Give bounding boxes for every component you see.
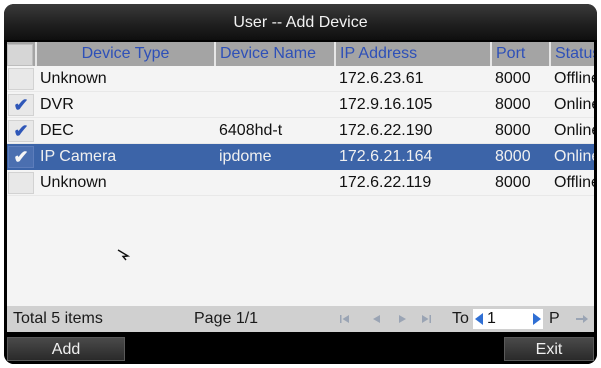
mouse-cursor-icon — [117, 249, 130, 261]
last-page-icon[interactable] — [417, 310, 435, 328]
row-checkbox[interactable]: ✔ — [8, 94, 34, 116]
cell-device-type: Unknown — [36, 66, 215, 92]
table-header-row: Device Type Device Name IP Address Port … — [7, 42, 594, 66]
column-header-port[interactable]: Port — [491, 42, 551, 66]
next-page-icon[interactable] — [393, 310, 411, 328]
pagination-bar: Total 5 items Page 1/1 To 1 P — [7, 306, 594, 332]
previous-page-icon[interactable] — [367, 310, 385, 328]
column-header-device-name[interactable]: Device Name — [215, 42, 336, 66]
column-header-status[interactable]: Status — [550, 42, 594, 66]
exit-button[interactable]: Exit — [504, 337, 594, 361]
select-all-cell[interactable] — [7, 42, 37, 66]
select-all-checkbox[interactable] — [7, 43, 33, 66]
table-row[interactable]: Unknown 172.6.22.1198000Offline — [7, 169, 594, 196]
row-checkbox-cell[interactable] — [7, 169, 36, 196]
cell-port: 8000 — [491, 169, 550, 196]
increment-arrow-icon[interactable] — [533, 313, 541, 325]
row-checkbox[interactable] — [8, 172, 34, 194]
cell-device-name: 6408hd-t — [215, 117, 335, 144]
row-checkbox-cell[interactable]: ✔ — [7, 117, 36, 144]
table-row[interactable]: ✔ IP Cameraipdome172.6.21.1648000Online — [7, 143, 594, 170]
table-row[interactable]: ✔ DVR 172.9.16.1058000Online — [7, 91, 594, 118]
cell-ip-address: 172.6.22.190 — [335, 117, 491, 144]
row-checkbox[interactable]: ✔ — [8, 146, 34, 168]
first-page-icon[interactable] — [336, 310, 354, 328]
row-checkbox[interactable] — [8, 68, 34, 90]
cell-port: 8000 — [491, 143, 550, 170]
device-list-panel: Device Type Device Name IP Address Port … — [7, 42, 594, 332]
row-checkbox-cell[interactable] — [7, 66, 36, 92]
cell-device-name — [215, 66, 335, 92]
add-button[interactable]: Add — [7, 337, 125, 361]
cell-status: Offline — [550, 169, 594, 196]
checkmark-icon: ✔ — [13, 120, 29, 141]
cell-ip-address: 172.6.23.61 — [335, 66, 491, 92]
cell-device-name — [215, 91, 335, 118]
cell-status: Online — [550, 117, 594, 144]
column-header-device-type[interactable]: Device Type — [36, 42, 216, 66]
cell-device-type: DEC — [36, 117, 215, 144]
cell-device-name: ipdome — [215, 143, 335, 170]
cell-port: 8000 — [491, 91, 550, 118]
total-items-label: Total 5 items — [13, 310, 103, 327]
cell-ip-address: 172.9.16.105 — [335, 91, 491, 118]
table-row[interactable]: ✔ DEC6408hd-t172.6.22.1908000Online — [7, 117, 594, 144]
cell-device-name — [215, 169, 335, 196]
cell-device-type: Unknown — [36, 169, 215, 196]
cell-ip-address: 172.6.22.119 — [335, 169, 491, 196]
add-device-dialog: User -- Add Device Device Type Device Na… — [4, 4, 597, 364]
cell-device-type: DVR — [36, 91, 215, 118]
row-checkbox-cell[interactable]: ✔ — [7, 143, 36, 170]
cell-ip-address: 172.6.21.164 — [335, 143, 491, 170]
cell-status: Offline — [550, 66, 594, 92]
dialog-title: User -- Add Device — [4, 4, 597, 40]
table-row[interactable]: Unknown 172.6.23.618000Offline — [7, 66, 594, 92]
device-table: Device Type Device Name IP Address Port … — [7, 42, 594, 196]
row-checkbox[interactable]: ✔ — [8, 120, 34, 142]
checkmark-icon: ✔ — [13, 146, 29, 167]
checkmark-icon: ✔ — [13, 94, 29, 115]
cell-device-type: IP Camera — [36, 143, 215, 170]
goto-page-suffix: P — [549, 310, 560, 327]
row-checkbox-cell[interactable]: ✔ — [7, 91, 36, 118]
page-indicator: Page 1/1 — [194, 310, 259, 327]
cell-status: Online — [550, 91, 594, 118]
decrement-arrow-icon[interactable] — [475, 313, 483, 325]
bottom-button-bar: Add Exit — [4, 334, 597, 364]
goto-label: To — [452, 310, 469, 327]
cell-status: Online — [550, 143, 594, 170]
go-arrow-icon[interactable] — [573, 310, 591, 328]
cell-port: 8000 — [491, 66, 550, 92]
column-header-ip-address[interactable]: IP Address — [335, 42, 492, 66]
goto-page-spinner[interactable]: 1 — [473, 309, 543, 329]
goto-page-value[interactable]: 1 — [487, 310, 496, 328]
cell-port: 8000 — [491, 117, 550, 144]
